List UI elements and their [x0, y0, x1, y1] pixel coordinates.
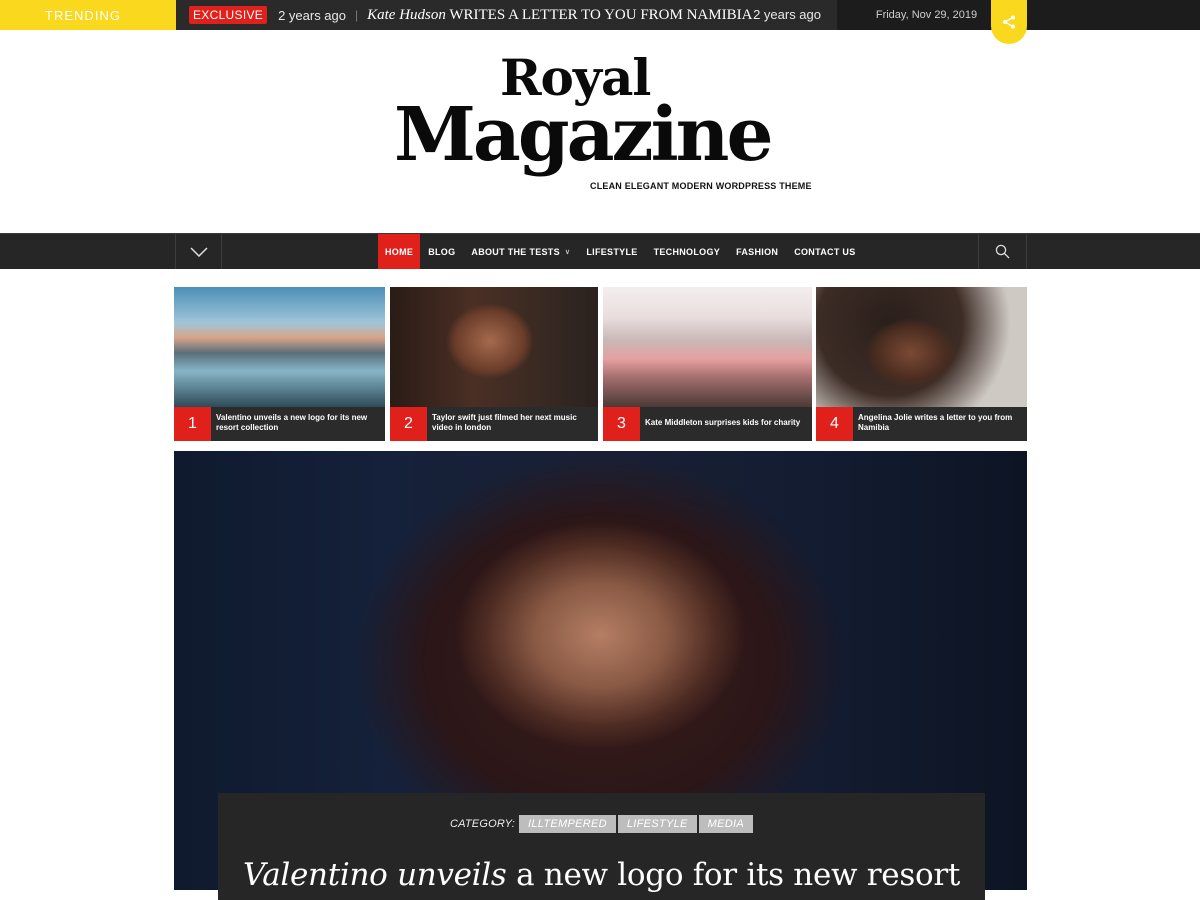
featured-card[interactable]: 3 Kate Middleton surprises kids for char… — [603, 287, 812, 441]
hero-categories: CATEGORY: ILLTEMPERED LIFESTYLE MEDIA — [218, 815, 985, 833]
nav-item-home[interactable]: HOME — [378, 234, 421, 269]
hero-title[interactable]: Valentino unveils a new logo for its new… — [218, 857, 985, 893]
chevron-down-icon — [189, 246, 208, 257]
featured-title[interactable]: Angelina Jolie writes a letter to you fr… — [858, 413, 1019, 432]
featured-title[interactable]: Valentino unveils a new logo for its new… — [216, 413, 377, 432]
ticker-headline[interactable]: Kate Hudson WRITES A LETTER TO YOU FROM … — [367, 7, 752, 24]
category-tag[interactable]: LIFESTYLE — [617, 815, 697, 833]
nav-toggle-button[interactable] — [175, 234, 222, 269]
nav-item-technology[interactable]: TECHNOLOGY — [646, 234, 729, 269]
featured-image — [603, 287, 812, 407]
trending-bar: TRENDING EXCLUSIVE 2 years ago | Kate Hu… — [0, 0, 1200, 44]
logo-tagline: CLEAN ELEGANT MODERN WORDPRESS THEME — [590, 181, 812, 191]
exclusive-badge: EXCLUSIVE — [189, 6, 268, 24]
chevron-down-icon: ∨ — [564, 248, 571, 256]
featured-number: 1 — [174, 407, 211, 441]
ticker-headline-name: Kate Hudson — [367, 6, 446, 23]
featured-image — [816, 287, 1027, 407]
search-button[interactable] — [978, 234, 1027, 269]
hero-title-rest: a new logo for its new resort — [506, 857, 961, 893]
nav-item-label: ABOUT THE TESTS — [471, 246, 560, 257]
site-logo[interactable]: Royal Magazine CLEAN ELEGANT MODERN WORD… — [394, 48, 814, 203]
logo-magazine: Magazine — [394, 92, 774, 178]
trending-label: TRENDING — [0, 0, 176, 30]
featured-caption: 1 Valentino unveils a new logo for its n… — [174, 407, 385, 441]
ticker-separator: | — [355, 8, 359, 22]
nav-item-about-the-tests[interactable]: ABOUT THE TESTS ∨ — [463, 234, 578, 269]
category-label: CATEGORY: — [450, 818, 515, 830]
featured-card[interactable]: 4 Angelina Jolie writes a letter to you … — [816, 287, 1027, 441]
current-date: Friday, Nov 29, 2019 — [875, 9, 978, 21]
featured-card[interactable]: 2 Taylor swift just filmed her next musi… — [390, 287, 598, 441]
nav-item-lifestyle[interactable]: LIFESTYLE — [578, 234, 645, 269]
featured-number: 3 — [603, 407, 640, 441]
search-icon — [995, 244, 1010, 259]
ticker-time: 2 years ago — [278, 7, 346, 23]
nav-item-contact-us[interactable]: CONTACT US — [786, 234, 863, 269]
featured-image — [390, 287, 598, 407]
featured-number: 4 — [816, 407, 853, 441]
main-nav: HOME BLOG ABOUT THE TESTS ∨ LIFESTYLE TE… — [0, 233, 1200, 269]
share-button[interactable] — [991, 0, 1027, 44]
featured-caption: 4 Angelina Jolie writes a letter to you … — [816, 407, 1027, 441]
featured-title[interactable]: Kate Middleton surprises kids for charit… — [645, 418, 804, 428]
featured-image — [174, 287, 385, 407]
nav-menu: HOME BLOG ABOUT THE TESTS ∨ LIFESTYLE TE… — [378, 234, 864, 269]
nav-item-blog[interactable]: BLOG — [420, 234, 463, 269]
featured-number: 2 — [390, 407, 427, 441]
category-tag[interactable]: ILLTEMPERED — [518, 815, 616, 833]
ticker-time-right: 2 years ago — [753, 7, 821, 22]
featured-caption: 3 Kate Middleton surprises kids for char… — [603, 407, 812, 441]
ticker-headline-text: WRITES A LETTER TO YOU FROM NAMIBIA — [445, 6, 753, 23]
hero-caption-box: CATEGORY: ILLTEMPERED LIFESTYLE MEDIA Va… — [218, 793, 985, 900]
category-tag[interactable]: MEDIA — [698, 815, 753, 833]
featured-card[interactable]: 1 Valentino unveils a new logo for its n… — [174, 287, 385, 441]
nav-item-fashion[interactable]: FASHION — [728, 234, 786, 269]
news-ticker[interactable]: EXCLUSIVE 2 years ago | Kate Hudson WRIT… — [176, 0, 837, 30]
hero-title-italic: Valentino unveils — [242, 857, 507, 893]
featured-caption: 2 Taylor swift just filmed her next musi… — [390, 407, 598, 441]
share-icon — [1003, 15, 1015, 29]
featured-title[interactable]: Taylor swift just filmed her next music … — [432, 413, 590, 432]
